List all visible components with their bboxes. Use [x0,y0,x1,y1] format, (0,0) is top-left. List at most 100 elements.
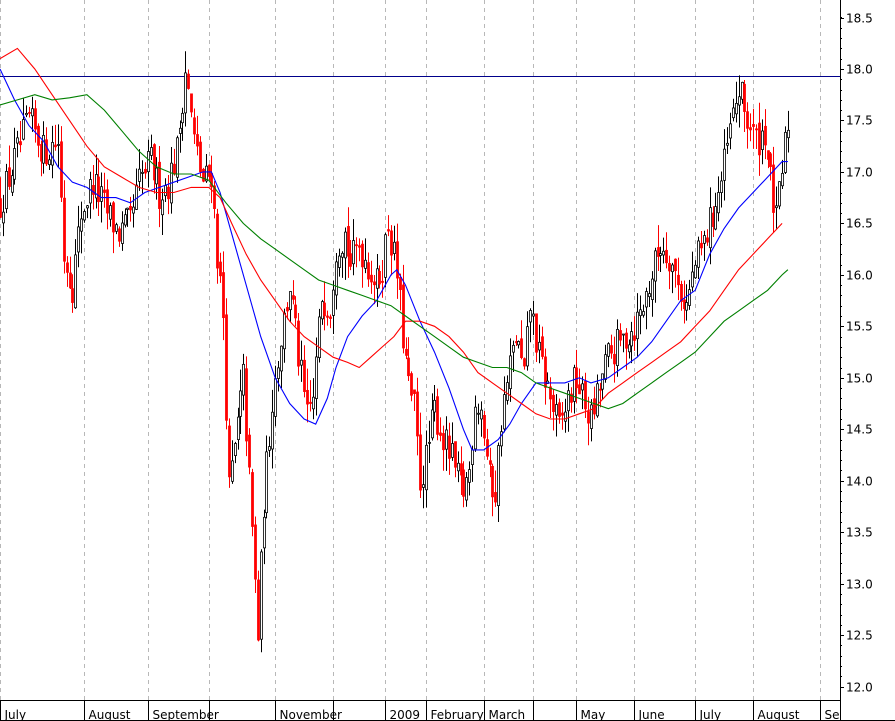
candle-body-up [83,211,86,221]
candle-body-up [688,289,691,306]
candle-body-down [436,396,439,435]
candle-body-up [648,293,651,298]
candle-body-up [332,289,335,316]
candle-body-down [347,226,350,257]
candle-body-down [309,401,312,404]
candle-body-down [593,398,596,415]
candle-body-up [778,181,781,207]
candle-body-up [283,312,286,350]
x-tick-label: August [89,708,131,721]
candle-body-up [590,404,593,429]
y-tick-label: 15.5 [846,320,873,334]
candle-body-down [677,274,680,286]
candle-body-down [228,425,231,478]
candle-body-up [720,180,723,193]
x-tick-label: February [431,708,484,721]
candle-body-up [451,443,454,458]
candle-body-up [48,159,51,166]
candle-body-down [402,284,405,349]
candle-body-up [268,446,271,451]
candle-body-down [8,167,11,187]
candle-body-up [555,404,558,416]
candle-body-down [700,242,703,249]
candle-body-up [781,172,784,187]
candle-body-up [89,179,92,204]
candle-body-up [645,291,648,308]
x-tick-label: May [581,708,606,721]
candle-body-up [639,309,642,317]
y-tick-label: 17.5 [846,114,873,128]
candle-body-down [668,263,671,272]
candle-body-up [51,142,54,166]
candle-body-down [28,112,31,114]
candle-body-down [199,141,202,173]
candle-body-up [477,412,480,415]
candle-body-down [45,139,48,165]
candle-body-up [607,343,610,357]
candle-body-down [381,280,384,283]
candle-body-up [260,551,263,640]
stock-price-chart: 12.0 12.5 13.0 13.5 14.0 14.5 15.0 15.5 16.0 16.5… [0,0,895,721]
candle-body-up [364,259,367,269]
candle-body-down [306,389,309,405]
y-tick-label: 18.5 [846,12,873,26]
x-tick-label: 2009 [390,708,421,721]
plot-background [0,0,895,721]
candle-body-down [454,441,457,468]
candle-body-down [749,127,752,131]
candle-body-down [665,249,668,264]
candle-body-down [390,230,393,256]
candle-body-up [42,134,45,164]
candle-body-up [242,363,245,396]
candle-body-up [726,142,729,146]
candle-body-up [581,383,584,391]
candle-body-down [419,434,422,491]
y-tick-label: 16.5 [846,217,873,231]
candle-body-up [16,137,19,144]
candle-body-up [150,147,153,156]
candle-body-down [251,472,254,527]
candle-body-down [63,197,66,262]
candle-body-down [97,176,100,203]
candle-body-up [601,373,604,390]
candle-body-down [361,243,364,268]
candle-body-up [109,205,112,220]
candle-body-up [630,331,633,347]
candle-body-up [132,206,135,214]
candle-body-down [378,270,381,285]
candle-body-up [685,302,688,311]
candle-body-down [541,336,544,357]
candle-body-down [112,202,115,233]
candle-body-up [471,449,474,465]
x-tick-label: June [638,708,665,721]
candle-body-up [352,240,355,265]
candle-body-down [257,579,260,641]
candle-body-down [196,134,199,147]
candle-body-up [344,231,347,259]
candle-body-up [25,113,28,116]
x-tick-label: Se [825,708,840,721]
candle-body-up [393,241,396,254]
y-tick-label: 17.0 [846,166,873,180]
candle-body-up [31,108,34,117]
candle-body-up [714,206,717,230]
candle-body-up [2,211,5,224]
candle-body-down [674,258,677,272]
candle-body-up [318,316,321,359]
candle-body-down [326,315,329,318]
candle-body-down [193,117,196,135]
x-tick-label: July [4,708,27,721]
candle-body-up [274,378,277,417]
candle-body-up [468,469,471,483]
candle-body-up [503,394,506,430]
candle-body-down [103,189,106,193]
candle-body-down [619,330,622,341]
candle-body-down [405,348,408,356]
candle-body-up [425,444,428,491]
candle-body-down [129,205,132,211]
candle-body-down [491,465,494,498]
candle-body-up [532,313,535,317]
candle-body-down [219,261,222,277]
candle-body-up [428,441,431,444]
candle-body-up [164,185,167,197]
